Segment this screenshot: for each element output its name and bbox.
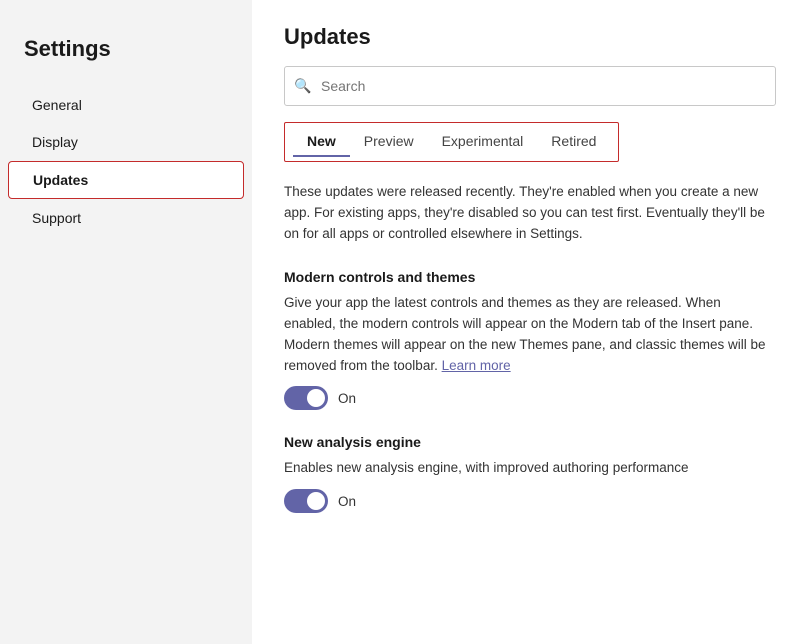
feature-modern-controls-desc: Give your app the latest controls and th… [284,293,769,377]
main-content: Updates 🔍 New Preview Experimental Retir… [252,0,801,644]
tabs-container: New Preview Experimental Retired [284,122,619,162]
analysis-engine-toggle[interactable] [284,489,328,513]
tab-experimental[interactable]: Experimental [428,127,538,157]
updates-description: These updates were released recently. Th… [284,182,769,245]
toggle-knob [307,389,325,407]
tab-retired[interactable]: Retired [537,127,610,157]
sidebar-item-general[interactable]: General [8,87,244,123]
tab-new[interactable]: New [293,127,350,157]
sidebar-item-support[interactable]: Support [8,200,244,236]
feature-modern-controls-title: Modern controls and themes [284,269,769,285]
learn-more-link-1[interactable]: Learn more [442,358,511,373]
analysis-engine-toggle-label: On [338,494,356,509]
feature-modern-controls: Modern controls and themes Give your app… [284,269,769,411]
feature-analysis-engine-desc: Enables new analysis engine, with improv… [284,458,769,479]
search-input[interactable] [284,66,776,106]
search-container: 🔍 [284,66,769,106]
sidebar-item-updates[interactable]: Updates [8,161,244,199]
modern-controls-toggle[interactable] [284,386,328,410]
toggle-knob-2 [307,492,325,510]
feature-analysis-engine-toggle-row: On [284,489,769,513]
feature-analysis-engine-title: New analysis engine [284,434,769,450]
tab-preview[interactable]: Preview [350,127,428,157]
app-title: Settings [0,20,252,86]
sidebar: Settings General Display Updates Support [0,0,252,644]
feature-analysis-engine: New analysis engine Enables new analysis… [284,434,769,513]
page-title: Updates [284,24,769,50]
feature-modern-controls-toggle-row: On [284,386,769,410]
sidebar-item-display[interactable]: Display [8,124,244,160]
modern-controls-toggle-label: On [338,391,356,406]
search-icon: 🔍 [294,78,311,95]
